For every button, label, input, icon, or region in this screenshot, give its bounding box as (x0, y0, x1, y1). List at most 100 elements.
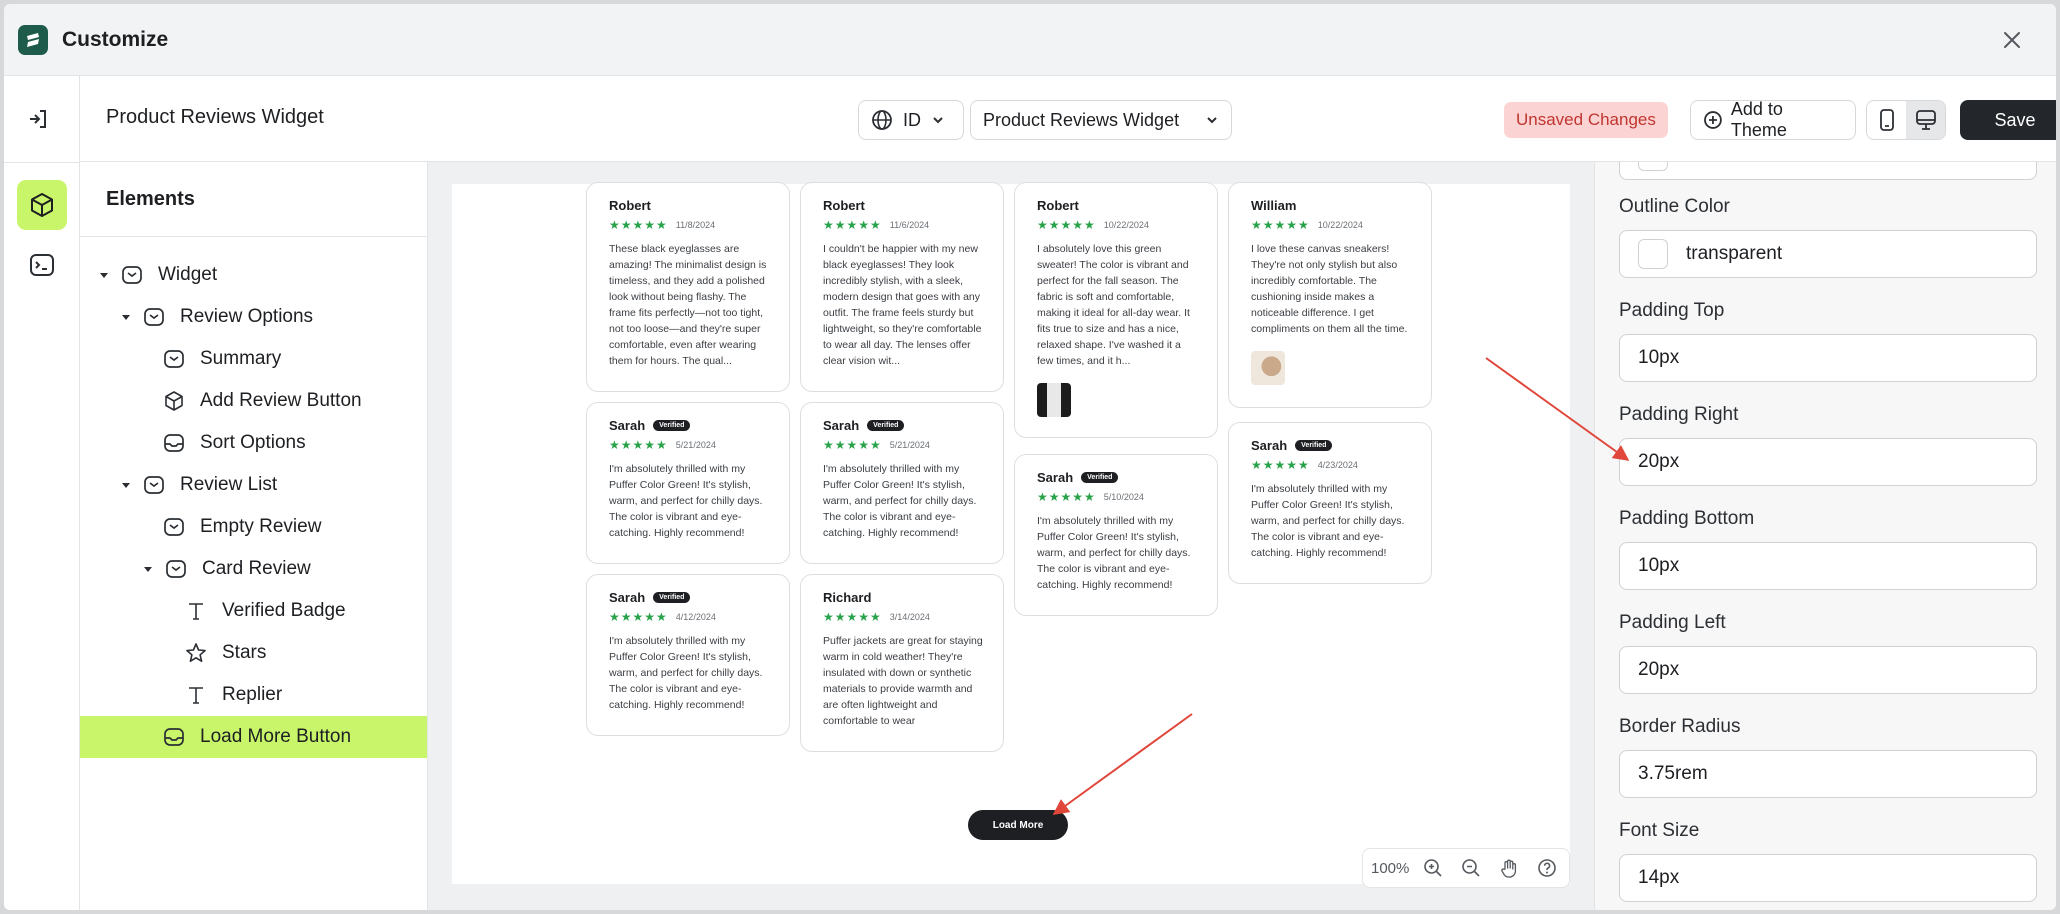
partial-property-field[interactable] (1619, 162, 2037, 180)
tree-item-replier[interactable]: Replier (80, 674, 427, 716)
language-value: ID (903, 109, 921, 130)
tree-item-sort-options[interactable]: Sort Options (80, 422, 427, 464)
tree-item-card-review[interactable]: Card Review (80, 548, 427, 590)
reviewer-name: Robert (1037, 197, 1079, 213)
stars-icon: ★★★★★ (609, 218, 668, 232)
review-date: 5/21/2024 (889, 440, 930, 450)
review-card: Robert ★★★★★ 10/22/2024 I absolutely love… (1014, 182, 1218, 438)
close-icon[interactable] (2002, 30, 2022, 50)
reviewer-name: Sarah (1251, 437, 1288, 453)
tree-item-load-more-button[interactable]: Load More Button (80, 716, 427, 758)
help-icon[interactable] (1533, 854, 1561, 882)
app-logo-icon (18, 24, 48, 55)
review-card: Sarah Verified ★★★★★ 4/12/2024 I'm absolut… (586, 574, 790, 736)
review-date: 10/22/2024 (1103, 220, 1149, 230)
padding-right-input[interactable]: 20px (1619, 438, 2037, 486)
font-size-input[interactable]: 14px (1619, 854, 2037, 902)
font-size-label: Font Size (1619, 820, 1700, 841)
load-more-button[interactable]: Load More (968, 810, 1068, 840)
caret-down-icon[interactable] (120, 311, 132, 323)
review-photo-thumbnail[interactable] (1251, 351, 1285, 385)
add-to-theme-label: Add to Theme (1730, 99, 1787, 140)
stars-icon: ★★★★★ (1251, 218, 1310, 232)
mobile-view-button[interactable] (1867, 101, 1906, 139)
reviewer-name: Robert (823, 197, 865, 213)
hand-icon[interactable] (1495, 854, 1523, 882)
tree-item-summary[interactable]: Summary (80, 338, 427, 380)
reviewer-name: Robert (609, 197, 651, 213)
review-text: I love these canvas sneakers! They're no… (1251, 243, 1408, 335)
caret-down-icon[interactable] (142, 563, 154, 575)
exit-icon[interactable] (26, 106, 52, 132)
caret-down-icon[interactable] (120, 479, 132, 491)
padding-top-input[interactable]: 10px (1619, 334, 2037, 382)
tree-item-verified-badge[interactable]: Verified Badge (80, 590, 427, 632)
widget-icon (142, 473, 166, 497)
zoom-out-icon[interactable] (1457, 854, 1485, 882)
reviewer-name: William (1251, 197, 1297, 213)
review-text: I absolutely love this green sweater! Th… (1037, 243, 1190, 367)
padding-left-label: Padding Left (1619, 612, 1726, 633)
review-text: I'm absolutely thrilled with my Puffer C… (1251, 483, 1405, 559)
review-card: Robert ★★★★★ 11/8/2024 These black eyegla… (586, 182, 790, 392)
elements-title: Elements (106, 188, 195, 210)
tree-item-review-list[interactable]: Review List (80, 464, 427, 506)
add-to-theme-button[interactable]: Add to Theme (1690, 99, 1856, 140)
review-text: I couldn't be happier with my new black … (823, 243, 982, 367)
review-date: 3/14/2024 (889, 612, 930, 622)
zoom-level: 100% (1371, 859, 1410, 877)
stars-icon: ★★★★★ (609, 610, 668, 624)
save-button[interactable]: Save (1960, 100, 2056, 140)
language-select[interactable]: ID (858, 100, 964, 140)
desktop-view-button[interactable] (1906, 101, 1945, 139)
review-date: 11/6/2024 (889, 220, 930, 230)
tree-item-empty-review[interactable]: Empty Review (80, 506, 427, 548)
terminal-icon (30, 254, 54, 276)
widget-select[interactable]: Product Reviews Widget (970, 100, 1232, 140)
tree-item-label: Stars (222, 642, 267, 663)
border-radius-label: Border Radius (1619, 716, 1741, 737)
text-icon (184, 599, 208, 623)
padding-bottom-input[interactable]: 10px (1619, 542, 2037, 590)
review-card: William ★★★★★ 10/22/2024 I love these can… (1228, 182, 1432, 408)
code-tab-button[interactable] (17, 240, 67, 290)
globe-icon (872, 110, 892, 130)
tree-item-add-review-button[interactable]: Add Review Button (80, 380, 427, 422)
review-text: These black eyeglasses are amazing! The … (609, 243, 767, 367)
cube-icon (162, 389, 186, 413)
widget-select-value: Product Reviews Widget (983, 109, 1180, 130)
text-icon (184, 683, 208, 707)
padding-left-input[interactable]: 20px (1619, 646, 2037, 694)
preview-canvas: Robert ★★★★★ 11/8/2024 These black eyegla… (428, 162, 1594, 910)
widget-icon (120, 263, 144, 287)
tree-item-label: Sort Options (200, 432, 306, 453)
outline-color-field[interactable]: transparent (1619, 230, 2037, 278)
tree-item-label: Add Review Button (200, 390, 362, 411)
tree-item-review-options[interactable]: Review Options (80, 296, 427, 338)
tree-item-stars[interactable]: Stars (80, 632, 427, 674)
elements-tab-button[interactable] (17, 180, 67, 230)
border-radius-input[interactable]: 3.75rem (1619, 750, 2037, 798)
color-swatch[interactable] (1638, 162, 1668, 171)
review-photo-thumbnail[interactable] (1037, 383, 1071, 417)
stars-icon: ★★★★★ (823, 218, 882, 232)
review-date: 5/21/2024 (675, 440, 716, 450)
stars-icon: ★★★★★ (1037, 218, 1096, 232)
verified-badge: Verified (653, 591, 691, 603)
tree-item-label: Replier (222, 684, 283, 705)
tree-item-widget[interactable]: Widget (80, 254, 427, 296)
caret-down-icon[interactable] (98, 269, 110, 281)
review-text: I'm absolutely thrilled with my Puffer C… (823, 463, 977, 539)
desktop-icon (1915, 110, 1936, 130)
color-swatch[interactable] (1638, 239, 1668, 269)
tree-item-label: Empty Review (200, 516, 322, 537)
zoom-toolbar: 100% (1362, 848, 1570, 888)
widget-icon (164, 557, 188, 581)
reviewer-name: Sarah (609, 417, 646, 433)
editor-header: Product Reviews Widget ID Product Review… (80, 76, 2056, 162)
widget-icon (142, 305, 166, 329)
verified-badge: Verified (867, 419, 905, 431)
zoom-in-icon[interactable] (1419, 854, 1447, 882)
page-title: Product Reviews Widget (106, 106, 324, 128)
tree-item-label: Card Review (202, 558, 311, 579)
